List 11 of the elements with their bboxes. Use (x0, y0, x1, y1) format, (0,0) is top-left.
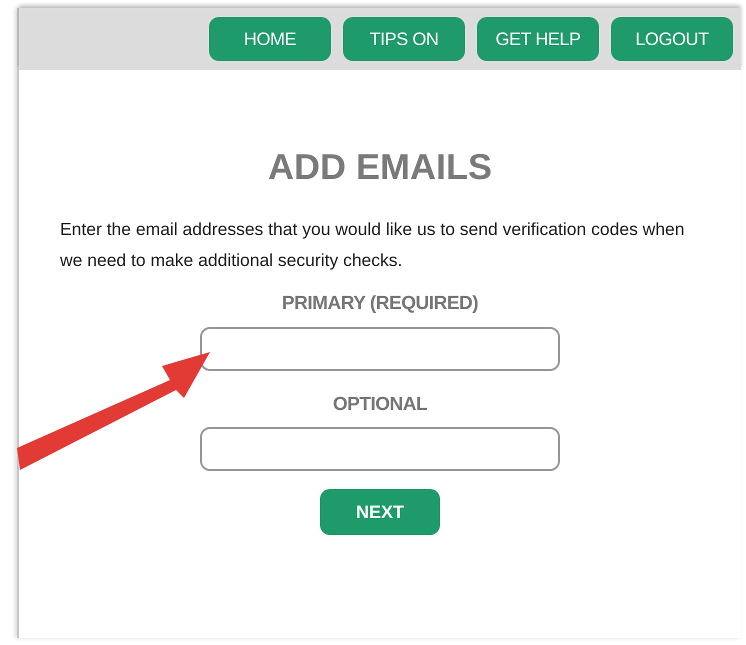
field-label: OPTIONAL (332, 392, 428, 416)
page-title: ADD EMAILS (268, 145, 492, 189)
nav-button[interactable]: TIPS ON (343, 17, 465, 61)
instructions-text: Enter the email addresses that you would like us to send verification codes when we need to make additional security checks. (59, 218, 686, 272)
nav-button[interactable]: LOGOUT (611, 17, 733, 61)
email-field[interactable] (200, 427, 560, 471)
field-label: PRIMARY (REQUIRED) (282, 292, 478, 316)
nav-button[interactable]: HOME (209, 17, 331, 61)
nav-button[interactable]: GET HELP (477, 17, 599, 61)
next-button[interactable]: NEXT (320, 489, 440, 535)
email-field[interactable] (200, 326, 560, 370)
